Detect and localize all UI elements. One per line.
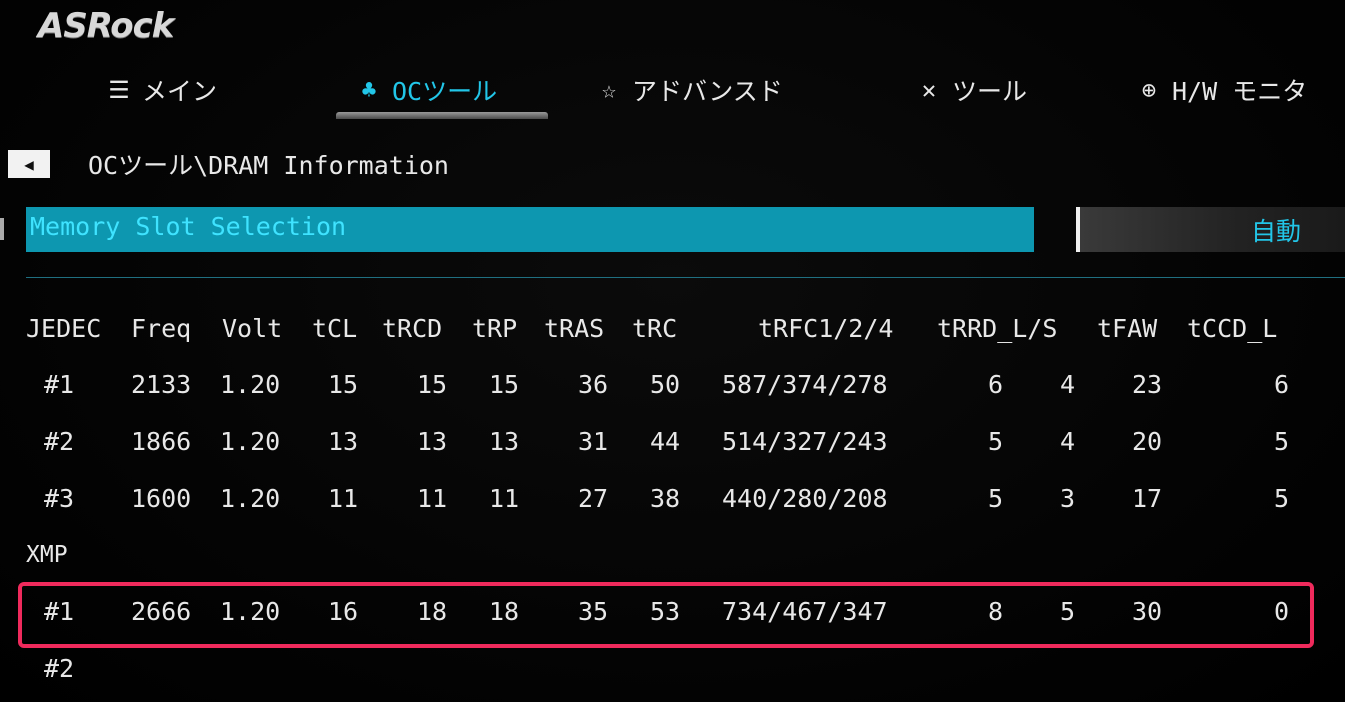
cell-freq: 1600 <box>131 484 192 513</box>
cell-trcd: 11 <box>417 484 448 513</box>
col-header-trrd: tRRD_L/S <box>937 314 1058 343</box>
tab-advanced-label: アドバンスド <box>632 77 783 106</box>
cell-volt: 1.20 <box>220 427 281 456</box>
cell-tras: 27 <box>578 484 609 513</box>
tab-oc-tools-label: OCツール <box>392 77 498 106</box>
cell-freq: 1866 <box>131 427 192 456</box>
crosshair-icon: ⊕ <box>1141 76 1157 104</box>
cell-trrd-l: 5 <box>988 427 1004 456</box>
cell-volt: 1.20 <box>220 370 281 399</box>
tab-main[interactable]: ☰ メイン <box>104 66 217 114</box>
tab-advanced[interactable]: ☆ アドバンスド <box>594 66 783 114</box>
col-header-tcl: tCL <box>312 314 358 343</box>
col-header-tras: tRAS <box>544 314 605 343</box>
cell-trcd: 15 <box>417 370 448 399</box>
cell-tras: 36 <box>578 370 609 399</box>
cell-tccd-l: 5 <box>1274 427 1290 456</box>
tab-tools-label: ツール <box>952 77 1028 106</box>
active-tab-indicator <box>336 112 548 119</box>
col-header-trp: tRP <box>472 314 518 343</box>
col-header-jedec: JEDEC <box>26 314 102 343</box>
cell-trp: 15 <box>489 370 520 399</box>
cell-trrd-l: 5 <box>988 484 1004 513</box>
cell-volt: 1.20 <box>220 484 281 513</box>
cell-trc: 50 <box>650 370 681 399</box>
cell-freq: 2133 <box>131 370 192 399</box>
breadcrumb: OCツール\DRAM Information <box>88 151 449 180</box>
xmp-section-label: XMP <box>26 542 68 568</box>
cell-tccd-l: 5 <box>1274 484 1290 513</box>
cell-trfc: 587/374/278 <box>722 370 888 399</box>
memory-slot-selection-value-box[interactable] <box>1076 207 1345 252</box>
cell-tfaw: 23 <box>1132 370 1163 399</box>
cell-trfc: 514/327/243 <box>722 427 888 456</box>
tab-tools[interactable]: ✕ ツール <box>914 66 1027 114</box>
xmp-profile-highlight <box>18 582 1314 648</box>
asrock-logo: ASRock <box>38 6 174 46</box>
cell-trc: 38 <box>650 484 681 513</box>
memory-slot-selection-value: 自動 <box>1250 217 1301 246</box>
oc-tool-icon: ♣ <box>361 76 377 104</box>
triangle-left-icon: ◀ <box>24 154 34 174</box>
cell-tcl: 11 <box>328 484 359 513</box>
tab-hw-monitor[interactable]: ⊕ H/W モニタ <box>1134 66 1307 114</box>
list-icon: ☰ <box>108 76 130 104</box>
col-header-tfaw: tFAW <box>1097 314 1158 343</box>
col-header-trfc: tRFC1/2/4 <box>758 314 894 343</box>
cell-trrd-s: 4 <box>1060 370 1076 399</box>
cell-trp: 13 <box>489 427 520 456</box>
star-icon: ☆ <box>601 76 617 104</box>
cell-id: #2 <box>44 654 75 683</box>
section-divider <box>26 277 1345 278</box>
main-nav: ☰ メイン ♣ OCツール ☆ アドバンスド ✕ ツール ⊕ H/W モニタ <box>0 66 1345 116</box>
cell-trrd-l: 6 <box>988 370 1004 399</box>
tab-main-label: メイン <box>142 77 218 106</box>
cell-id: #1 <box>44 370 75 399</box>
col-header-freq: Freq <box>131 314 192 343</box>
col-header-trcd: tRCD <box>382 314 443 343</box>
cell-tcl: 15 <box>328 370 359 399</box>
cell-trrd-s: 4 <box>1060 427 1076 456</box>
cell-tras: 31 <box>578 427 609 456</box>
cell-trrd-s: 3 <box>1060 484 1076 513</box>
cell-id: #2 <box>44 427 75 456</box>
cell-id: #3 <box>44 484 75 513</box>
cell-tccd-l: 6 <box>1274 370 1290 399</box>
wrench-icon: ✕ <box>921 76 937 104</box>
col-header-tccd-l: tCCD_L <box>1187 314 1278 343</box>
col-header-volt: Volt <box>222 314 283 343</box>
cell-tcl: 13 <box>328 427 359 456</box>
tab-hw-monitor-label: H/W モニタ <box>1172 77 1308 106</box>
cell-trp: 11 <box>489 484 520 513</box>
cell-trc: 44 <box>650 427 681 456</box>
cell-tfaw: 20 <box>1132 427 1163 456</box>
cell-tfaw: 17 <box>1132 484 1163 513</box>
col-header-trc: tRC <box>632 314 678 343</box>
cell-trcd: 13 <box>417 427 448 456</box>
cell-trfc: 440/280/208 <box>722 484 888 513</box>
back-button[interactable]: ◀ <box>8 150 50 178</box>
selection-marker <box>0 218 4 240</box>
memory-slot-selection-label: Memory Slot Selection <box>30 212 347 241</box>
tab-oc-tools[interactable]: ♣ OCツール <box>354 66 497 114</box>
